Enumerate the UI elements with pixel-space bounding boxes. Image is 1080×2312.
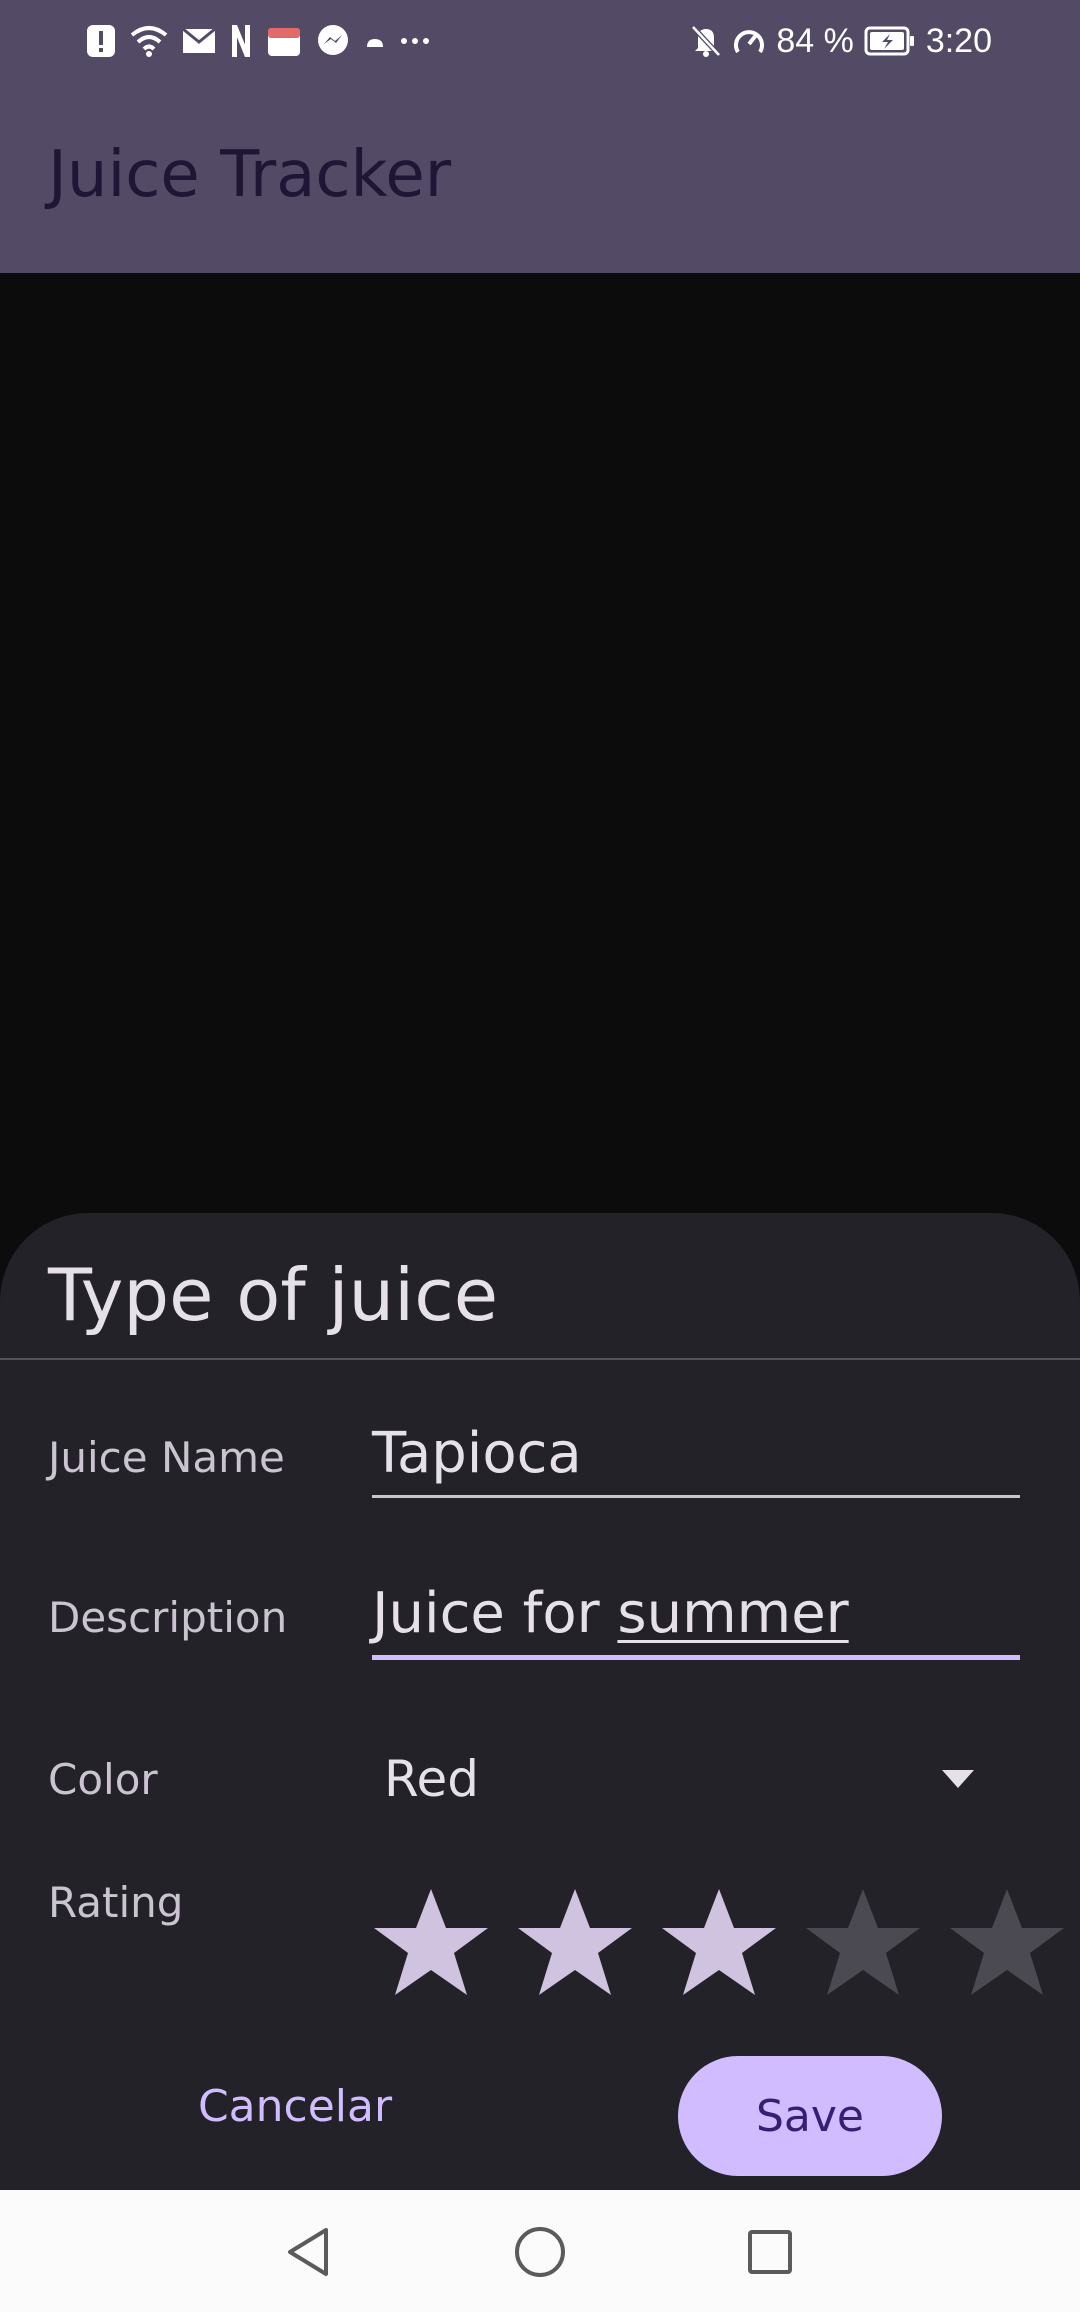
store-icon (266, 21, 302, 61)
juice-name-input[interactable]: Tapioca (372, 1421, 1020, 1486)
description-input[interactable]: Juice for summer (372, 1581, 1020, 1646)
juice-name-underline (372, 1495, 1020, 1498)
back-icon[interactable] (276, 2220, 340, 2284)
rating-stars (370, 1883, 1068, 2005)
description-label: Description (48, 1593, 288, 1642)
app-bar: Juice Tracker (0, 80, 1080, 273)
cancel-button[interactable]: Cancelar (168, 2058, 422, 2154)
star-icon[interactable] (370, 1883, 492, 2005)
description-underline (372, 1655, 1020, 1660)
star-icon[interactable] (658, 1883, 780, 2005)
navigation-bar (0, 2190, 1080, 2312)
sheet-divider (0, 1358, 1080, 1360)
save-button[interactable]: Save (678, 2056, 942, 2176)
dropdown-arrow-icon (942, 1770, 974, 1788)
speed-icon (732, 21, 766, 61)
status-left-icons (86, 20, 430, 62)
clock: 3:20 (925, 21, 992, 60)
more-dots-icon (400, 21, 430, 61)
description-underlined-word: summer (617, 1581, 849, 1646)
bell-muted-icon (690, 21, 722, 61)
star-icon[interactable] (946, 1883, 1068, 2005)
content-area (0, 273, 1080, 1213)
alert-icon (86, 21, 116, 61)
battery-percentage: 84 % (776, 21, 854, 60)
sheet-title: Type of juice (48, 1253, 499, 1337)
color-dropdown[interactable]: Red (384, 1739, 1004, 1819)
color-label: Color (48, 1755, 158, 1804)
status-bar: 84 % 3:20 (0, 0, 1080, 80)
mail-icon (182, 21, 216, 61)
messenger-icon (316, 21, 350, 61)
cloud-icon (364, 21, 386, 61)
netflix-icon (230, 21, 252, 61)
description-text: Juice for (372, 1581, 618, 1646)
juice-name-label: Juice Name (48, 1433, 285, 1482)
battery-icon (864, 21, 916, 61)
status-right-icons: 84 % 3:20 (690, 20, 992, 62)
bottom-sheet: Type of juice Juice Name Tapioca Descrip… (0, 1213, 1080, 2190)
home-icon[interactable] (508, 2220, 572, 2284)
color-selected-value: Red (384, 1750, 479, 1808)
star-icon[interactable] (802, 1883, 924, 2005)
app-title: Juice Tracker (48, 138, 451, 212)
recent-apps-icon[interactable] (738, 2220, 802, 2284)
star-icon[interactable] (514, 1883, 636, 2005)
wifi-icon (130, 21, 168, 61)
rating-label: Rating (48, 1878, 184, 1927)
